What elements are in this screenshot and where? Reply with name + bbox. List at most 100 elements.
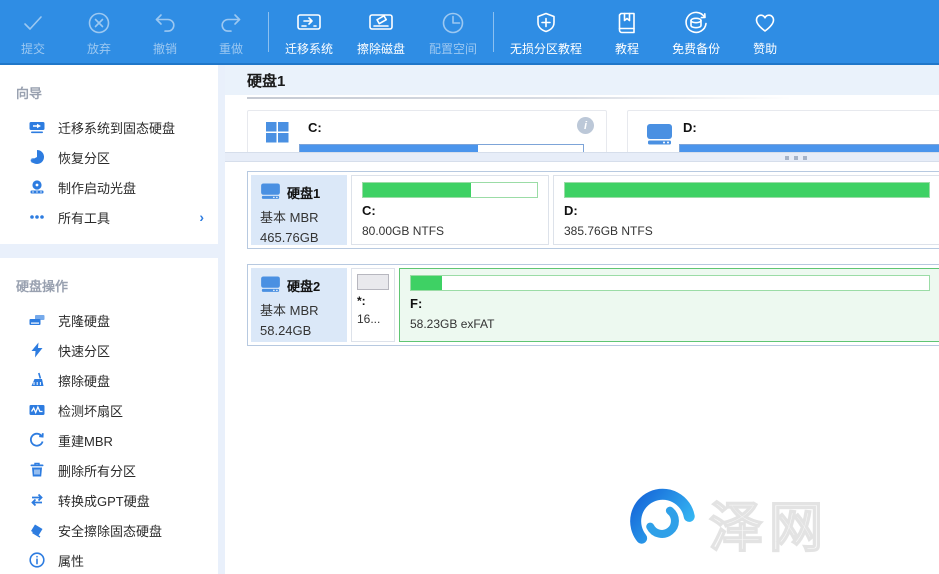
partition-f-cell[interactable]: F: 58.23GB exFAT [399,268,939,342]
erase-disk-button[interactable]: 擦除磁盘 [345,0,417,64]
sidebar-item-migrate-to-ssd[interactable]: 迁移系统到固态硬盘 [0,112,218,142]
sidebar-item-bootable-media[interactable]: 制作启动光盘 [0,172,218,202]
disk-type: 基本 MBR [260,207,338,226]
erase-disk-icon [367,6,395,36]
sidebar-item-rebuild-mbr[interactable]: 重建MBR [0,425,218,455]
partition-overview-strip: C: i D: [247,110,939,152]
sidebar-item-check-bad-sectors[interactable]: 检测坏扇区 [0,395,218,425]
partition-info: 16... [357,312,389,326]
sidebar-item-label: 检测坏扇区 [58,401,123,420]
book-icon [614,6,640,36]
disk-icon [260,182,281,203]
volume-label: D: [683,120,697,135]
tab-disk1[interactable]: 硬盘1 [225,70,285,91]
overview-card-c[interactable]: C: i [247,110,607,152]
usage-bar [679,144,939,152]
toolbar-label: 教程 [615,40,639,57]
discard-button[interactable]: 放弃 [66,0,132,64]
convert-gpt-icon [28,492,45,509]
sidebar-item-recover-partition[interactable]: 恢复分区 [0,142,218,172]
toolbar-label: 放弃 [87,40,111,57]
rebuild-mbr-icon [28,432,45,449]
watermark-logo [625,483,699,562]
disk-row-2: 硬盘2 基本 MBR 58.24GB *: 16... F: [247,264,939,346]
all-tools-ellipsis-icon [28,209,45,226]
partition-c-cell[interactable]: C: 80.00GB NTFS [351,175,549,245]
sidebar-item-properties[interactable]: 属性 [0,545,218,574]
allocate-space-button[interactable]: 配置空间 [417,0,489,64]
info-icon[interactable]: i [577,117,594,134]
partition-label: F: [410,296,930,311]
toolbar-label: 无损分区教程 [510,40,582,57]
sidebar-item-secure-erase-ssd[interactable]: 安全擦除固态硬盘 [0,515,218,545]
toolbar: 提交 放弃 撤销 重做 迁移系统 擦除磁盘 [0,0,939,65]
partition-info: 385.76GB NTFS [564,224,930,238]
allocate-space-icon [440,6,466,36]
sponsor-button[interactable]: 赞助 [732,0,798,64]
disk-tab-strip: 硬盘1 [225,65,939,95]
toolbar-label: 赞助 [753,40,777,57]
backup-database-icon [682,6,710,36]
overview-scrollbar[interactable] [225,152,939,162]
partition-label: D: [564,203,930,218]
partition-usage-bar [357,274,389,290]
toolbar-label: 免费备份 [672,40,720,57]
toolbar-label: 重做 [219,40,243,57]
redo-button[interactable]: 重做 [198,0,264,64]
disk-name: 硬盘1 [287,183,320,202]
sidebar-item-quick-partition[interactable]: 快速分区 [0,335,218,365]
sidebar-item-label: 安全擦除固态硬盘 [58,521,162,540]
main-area: 硬盘1 C: i D: [225,65,939,574]
partition-assistant-window: 提交 放弃 撤销 重做 迁移系统 擦除磁盘 [0,0,939,574]
partition-usage-bar [362,182,538,198]
sidebar-item-convert-to-gpt[interactable]: 转换成GPT硬盘 [0,485,218,515]
toolbar-label: 提交 [21,40,45,57]
sidebar-item-label: 重建MBR [58,431,113,450]
migrate-ssd-icon [28,119,45,136]
toolbar-label: 迁移系统 [285,40,333,57]
disk-type: 基本 MBR [260,300,338,319]
toolbar-separator [493,12,494,52]
sidebar-item-delete-all-partitions[interactable]: 删除所有分区 [0,455,218,485]
trash-icon [28,462,45,479]
sidebar-item-label: 属性 [58,551,84,570]
submit-button[interactable]: 提交 [0,0,66,64]
sidebar-item-label: 快速分区 [58,341,110,360]
disk2-info-cell[interactable]: 硬盘2 基本 MBR 58.24GB [251,268,347,342]
sidebar-item-label: 所有工具 [58,208,110,227]
broom-icon [28,372,45,389]
sidebar-item-label: 转换成GPT硬盘 [58,491,150,510]
sidebar-section-gap [0,244,218,258]
recover-partition-icon [28,149,45,166]
sidebar-item-clone-disk[interactable]: 克隆硬盘 [0,305,218,335]
migrate-system-icon [295,6,323,36]
check-icon [20,6,46,36]
cancel-circle-icon [86,6,112,36]
tutorial-button[interactable]: 教程 [594,0,660,64]
disk-icon [260,275,281,296]
sidebar-item-label: 恢复分区 [58,148,110,167]
sidebar-item-all-tools[interactable]: 所有工具 › [0,202,218,232]
partition-usage-fill [363,183,471,197]
divider-line [247,97,792,99]
toolbar-label: 擦除磁盘 [357,40,405,57]
partition-usage-fill [565,183,929,197]
lightning-icon [28,342,45,359]
sidebar-item-wipe-disk[interactable]: 擦除硬盘 [0,365,218,395]
partition-star-cell[interactable]: *: 16... [351,268,395,342]
partition-info: 80.00GB NTFS [362,224,538,238]
lossless-tutorial-button[interactable]: 无损分区教程 [498,0,594,64]
partition-usage-fill [358,275,388,289]
undo-button[interactable]: 撤销 [132,0,198,64]
drag-handle-dots[interactable] [785,156,807,160]
partition-d-cell[interactable]: D: 385.76GB NTFS [553,175,939,245]
heart-icon [752,6,778,36]
sidebar-item-label: 删除所有分区 [58,461,136,480]
free-backup-button[interactable]: 免费备份 [660,0,732,64]
migrate-system-button[interactable]: 迁移系统 [273,0,345,64]
overview-card-d[interactable]: D: [627,110,939,152]
chevron-right-icon: › [199,209,204,225]
bootable-media-icon [28,179,45,196]
disk1-info-cell[interactable]: 硬盘1 基本 MBR 465.76GB [251,175,347,245]
redo-icon [218,6,244,36]
